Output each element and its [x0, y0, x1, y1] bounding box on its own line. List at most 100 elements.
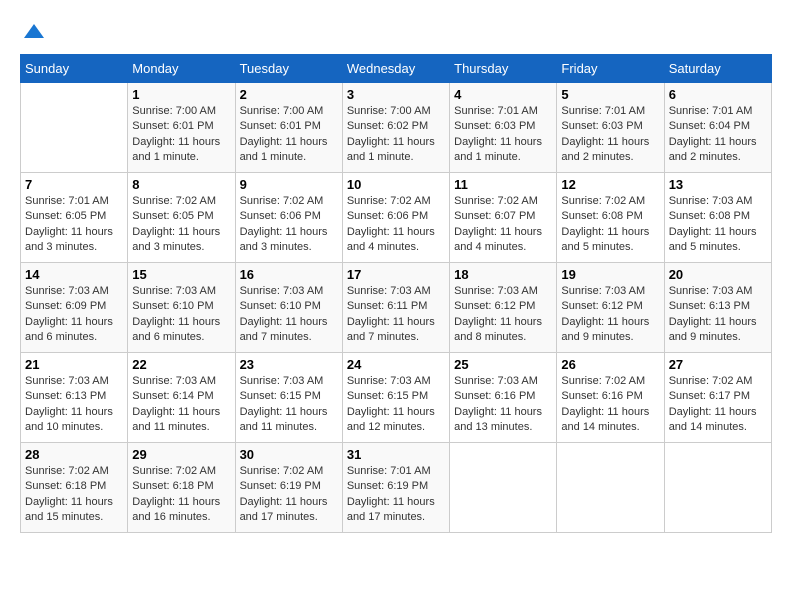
calendar-cell: 24Sunrise: 7:03 AMSunset: 6:15 PMDayligh… [342, 353, 449, 443]
calendar-cell: 15 Sunrise: 7:03 AMSunset: 6:10 PMDayligh… [128, 263, 235, 353]
day-number: 14 [25, 267, 123, 282]
calendar-cell [21, 83, 128, 173]
calendar-cell: 17 Sunrise: 7:03 AMSunset: 6:11 PMDayligh… [342, 263, 449, 353]
calendar-cell: 7 Sunrise: 7:01 AMSunset: 6:05 PMDaylight… [21, 173, 128, 263]
day-number: 28 [25, 447, 123, 462]
calendar-cell: 9 Sunrise: 7:02 AMSunset: 6:06 PMDaylight… [235, 173, 342, 263]
day-info: Sunrise: 7:03 AMSunset: 6:12 PMDaylight:… [561, 284, 659, 346]
day-info: Sunrise: 7:02 AMSunset: 6:18 PMDaylight:… [25, 464, 123, 526]
calendar-cell: 31 Sunrise: 7:01 AMSunset: 6:19 PMDayligh… [342, 443, 449, 533]
calendar-table: SundayMondayTuesdayWednesdayThursdayFrid… [20, 54, 772, 533]
day-number: 23 [240, 357, 338, 372]
day-info: Sunrise: 7:01 AMSunset: 6:03 PMDaylight:… [454, 104, 552, 166]
calendar-cell: 23Sunrise: 7:03 AMSunset: 6:15 PMDayligh… [235, 353, 342, 443]
day-number: 26 [561, 357, 659, 372]
day-info: Sunrise: 7:02 AMSunset: 6:19 PMDaylight:… [240, 464, 338, 526]
calendar-cell: 16 Sunrise: 7:03 AMSunset: 6:10 PMDayligh… [235, 263, 342, 353]
calendar-cell: 3 Sunrise: 7:00 AMSunset: 6:02 PMDaylight… [342, 83, 449, 173]
day-number: 21 [25, 357, 123, 372]
day-number: 8 [132, 177, 230, 192]
day-number: 18 [454, 267, 552, 282]
day-number: 7 [25, 177, 123, 192]
day-number: 22 [132, 357, 230, 372]
calendar-week-5: 28 Sunrise: 7:02 AMSunset: 6:18 PMDayligh… [21, 443, 772, 533]
day-number: 12 [561, 177, 659, 192]
calendar-cell [664, 443, 771, 533]
day-info: Sunrise: 7:00 AMSunset: 6:02 PMDaylight:… [347, 104, 445, 166]
day-number: 31 [347, 447, 445, 462]
calendar-cell: 27 Sunrise: 7:02 AMSunset: 6:17 PMDayligh… [664, 353, 771, 443]
day-number: 19 [561, 267, 659, 282]
day-info: Sunrise: 7:02 AMSunset: 6:06 PMDaylight:… [240, 194, 338, 256]
day-info: Sunrise: 7:03 AMSunset: 6:10 PMDaylight:… [132, 284, 230, 346]
day-number: 3 [347, 87, 445, 102]
calendar-cell: 20Sunrise: 7:03 AMSunset: 6:13 PMDayligh… [664, 263, 771, 353]
calendar-cell: 28 Sunrise: 7:02 AMSunset: 6:18 PMDayligh… [21, 443, 128, 533]
day-number: 1 [132, 87, 230, 102]
header-thursday: Thursday [450, 55, 557, 83]
day-info: Sunrise: 7:01 AMSunset: 6:19 PMDaylight:… [347, 464, 445, 526]
day-number: 5 [561, 87, 659, 102]
header-monday: Monday [128, 55, 235, 83]
calendar-week-4: 21 Sunrise: 7:03 AMSunset: 6:13 PMDayligh… [21, 353, 772, 443]
day-info: Sunrise: 7:03 AMSunset: 6:13 PMDaylight:… [25, 374, 123, 436]
calendar-header: SundayMondayTuesdayWednesdayThursdayFrid… [21, 55, 772, 83]
header-tuesday: Tuesday [235, 55, 342, 83]
calendar-cell: 26 Sunrise: 7:02 AMSunset: 6:16 PMDayligh… [557, 353, 664, 443]
calendar-cell: 22Sunrise: 7:03 AMSunset: 6:14 PMDayligh… [128, 353, 235, 443]
calendar-cell: 12 Sunrise: 7:02 AMSunset: 6:08 PMDayligh… [557, 173, 664, 263]
calendar-cell: 30 Sunrise: 7:02 AMSunset: 6:19 PMDayligh… [235, 443, 342, 533]
day-number: 25 [454, 357, 552, 372]
page-header [20, 20, 772, 44]
header-friday: Friday [557, 55, 664, 83]
logo [20, 20, 46, 44]
day-info: Sunrise: 7:01 AMSunset: 6:03 PMDaylight:… [561, 104, 659, 166]
calendar-cell: 1 Sunrise: 7:00 AMSunset: 6:01 PMDaylight… [128, 83, 235, 173]
day-number: 13 [669, 177, 767, 192]
day-info: Sunrise: 7:03 AMSunset: 6:12 PMDaylight:… [454, 284, 552, 346]
calendar-cell: 13Sunrise: 7:03 AMSunset: 6:08 PMDayligh… [664, 173, 771, 263]
calendar-cell: 29 Sunrise: 7:02 AMSunset: 6:18 PMDayligh… [128, 443, 235, 533]
day-number: 15 [132, 267, 230, 282]
day-info: Sunrise: 7:02 AMSunset: 6:06 PMDaylight:… [347, 194, 445, 256]
day-info: Sunrise: 7:02 AMSunset: 6:08 PMDaylight:… [561, 194, 659, 256]
day-number: 10 [347, 177, 445, 192]
calendar-cell: 5 Sunrise: 7:01 AMSunset: 6:03 PMDaylight… [557, 83, 664, 173]
day-info: Sunrise: 7:02 AMSunset: 6:05 PMDaylight:… [132, 194, 230, 256]
calendar-cell: 19 Sunrise: 7:03 AMSunset: 6:12 PMDayligh… [557, 263, 664, 353]
day-number: 16 [240, 267, 338, 282]
day-number: 29 [132, 447, 230, 462]
calendar-week-2: 7 Sunrise: 7:01 AMSunset: 6:05 PMDaylight… [21, 173, 772, 263]
day-info: Sunrise: 7:01 AMSunset: 6:04 PMDaylight:… [669, 104, 767, 166]
day-number: 11 [454, 177, 552, 192]
day-number: 2 [240, 87, 338, 102]
day-number: 9 [240, 177, 338, 192]
calendar-cell: 11 Sunrise: 7:02 AMSunset: 6:07 PMDayligh… [450, 173, 557, 263]
day-info: Sunrise: 7:02 AMSunset: 6:16 PMDaylight:… [561, 374, 659, 436]
day-info: Sunrise: 7:03 AMSunset: 6:16 PMDaylight:… [454, 374, 552, 436]
day-info: Sunrise: 7:02 AMSunset: 6:17 PMDaylight:… [669, 374, 767, 436]
day-info: Sunrise: 7:00 AMSunset: 6:01 PMDaylight:… [240, 104, 338, 166]
calendar-cell [450, 443, 557, 533]
day-info: Sunrise: 7:03 AMSunset: 6:10 PMDaylight:… [240, 284, 338, 346]
logo-icon [22, 20, 46, 44]
calendar-cell: 25 Sunrise: 7:03 AMSunset: 6:16 PMDayligh… [450, 353, 557, 443]
calendar-week-1: 1 Sunrise: 7:00 AMSunset: 6:01 PMDaylight… [21, 83, 772, 173]
day-number: 17 [347, 267, 445, 282]
day-info: Sunrise: 7:02 AMSunset: 6:07 PMDaylight:… [454, 194, 552, 256]
calendar-cell: 6Sunrise: 7:01 AMSunset: 6:04 PMDaylight… [664, 83, 771, 173]
header-wednesday: Wednesday [342, 55, 449, 83]
day-info: Sunrise: 7:00 AMSunset: 6:01 PMDaylight:… [132, 104, 230, 166]
day-info: Sunrise: 7:03 AMSunset: 6:11 PMDaylight:… [347, 284, 445, 346]
day-number: 27 [669, 357, 767, 372]
calendar-cell: 10 Sunrise: 7:02 AMSunset: 6:06 PMDayligh… [342, 173, 449, 263]
calendar-cell [557, 443, 664, 533]
day-number: 24 [347, 357, 445, 372]
calendar-cell: 21 Sunrise: 7:03 AMSunset: 6:13 PMDayligh… [21, 353, 128, 443]
calendar-cell: 18 Sunrise: 7:03 AMSunset: 6:12 PMDayligh… [450, 263, 557, 353]
day-info: Sunrise: 7:03 AMSunset: 6:13 PMDaylight:… [669, 284, 767, 346]
day-number: 30 [240, 447, 338, 462]
day-info: Sunrise: 7:02 AMSunset: 6:18 PMDaylight:… [132, 464, 230, 526]
day-number: 4 [454, 87, 552, 102]
day-info: Sunrise: 7:01 AMSunset: 6:05 PMDaylight:… [25, 194, 123, 256]
